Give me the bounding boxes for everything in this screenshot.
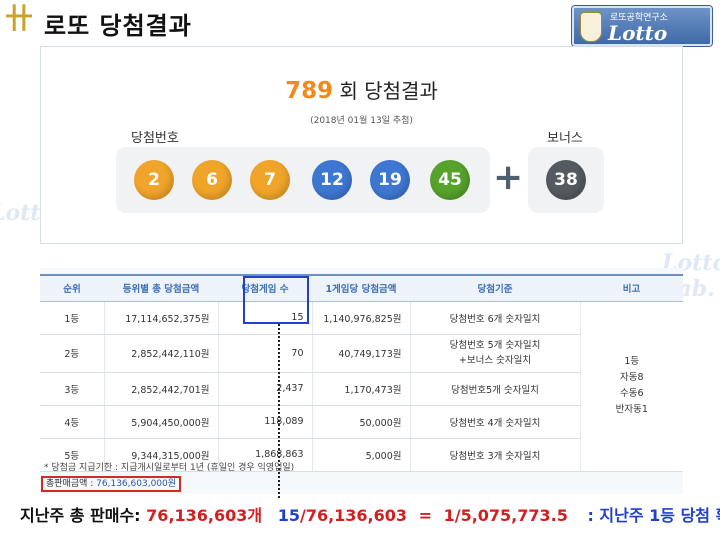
header-logo-icon: 卄 [4,2,33,35]
flask-icon [580,12,602,42]
draw-date: (2018년 01월 13일 추첨) [310,116,413,126]
col-per-game: 1게임당 당첨금액 [312,274,410,302]
ball-1: 2 [134,160,174,200]
ball-6: 45 [430,160,470,200]
bonus-label: 보너스 [547,131,583,146]
bonus-ball-box: 38 [528,147,604,213]
bonus-ball: 38 [546,160,586,200]
col-total: 등위별 총 당첨금액 [104,274,218,302]
brand-badge: 로또공학연구소 Lotto Lab. [572,6,712,69]
ball-5: 19 [370,160,410,200]
result-panel: 789 회 당첨결과 (2018년 01월 13일 추첨) 당첨번호 보너스 2… [40,46,683,244]
winning-numbers-label: 당첨번호 [131,131,179,146]
ball-3: 7 [250,160,290,200]
table-row: 1등 17,114,652,375원 15 1,140,976,825원 당첨번… [40,301,683,472]
draw-title: 789 회 당첨결과 [41,75,682,104]
winning-balls: 2 6 7 12 19 45 [116,147,490,213]
col-remark: 비고 [580,274,683,302]
plus-icon: + [493,157,524,198]
probability-summary: 지난주 총 판매수: 76,136,603개 15/76,136,603 = 1… [20,506,720,525]
col-criteria: 당첨기준 [410,274,580,302]
remark-cell: 1등 자동8 수동6 반자동1 [580,301,683,472]
ball-4: 12 [312,160,352,200]
games-column-highlight [243,276,309,324]
ball-2: 6 [192,160,232,200]
col-rank: 순위 [40,274,104,302]
draw-title-suffix: 회 당첨결과 [339,79,438,103]
total-sales-box: 총판매금액 : 76,136,603,000원 [41,476,181,492]
draw-number: 789 [285,78,334,104]
page-title: 로또 당첨결과 [44,12,192,40]
prize-table: 순위 등위별 총 당첨금액 당첨게임 수 1게임당 당첨금액 당첨기준 비고 1… [40,274,683,472]
payout-note: * 당첨금 지급기한 : 지급개시일로부터 1년 (휴일인 경우 익영업일) [44,463,295,473]
